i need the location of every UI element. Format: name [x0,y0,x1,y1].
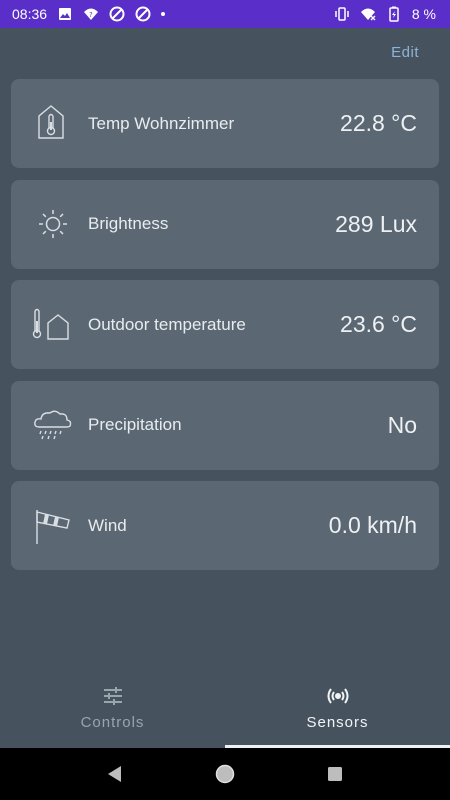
sensor-card-outdoor-temperature[interactable]: Outdoor temperature 23.6 °C [11,280,439,369]
bottom-nav: Controls Sensors [0,672,450,748]
top-bar: Edit [0,28,450,78]
tab-controls[interactable]: Controls [0,672,225,748]
sensor-value: 0.0 km/h [328,512,417,538]
sensor-label: Wind [88,515,127,535]
sensor-value: No [387,411,417,438]
sensor-label: Temp Wohnzimmer [88,113,235,133]
status-right: 8 % [334,6,436,22]
status-bar: 08:36 ? 8 % [0,0,450,28]
sensor-label: Brightness [88,214,169,233]
outdoor-thermometer-icon [31,303,75,347]
wifi-icon [360,6,376,22]
status-left: 08:36 ? [12,6,166,22]
battery-icon [386,6,402,22]
sensor-value: 289 Lux [335,210,417,237]
sensor-label: Outdoor temperature [88,314,246,334]
windsock-icon [31,504,75,548]
back-icon[interactable] [103,762,127,786]
status-time: 08:36 [12,6,48,22]
sensor-list: Temp Wohnzimmer 22.8 °C Brightness 289 L… [11,79,439,582]
tab-sensors[interactable]: Sensors [225,672,450,748]
vibrate-icon [334,6,350,22]
sensor-value: 23.6 °C [340,311,417,337]
thermometer-house-icon [31,102,75,146]
do-not-disturb-icon [135,6,151,22]
dot-icon [161,12,166,16]
home-icon[interactable] [213,762,237,786]
sun-icon [31,202,75,246]
image-icon [57,6,73,22]
sensor-value: 22.8 °C [340,110,417,136]
cloud-rain-icon [31,403,75,447]
do-not-disturb-icon [109,6,125,22]
sensor-card-precipitation[interactable]: Precipitation No [11,380,439,470]
sensor-card-brightness[interactable]: Brightness 289 Lux [11,179,439,269]
broadcast-icon [326,684,350,708]
edit-button[interactable]: Edit [391,44,419,61]
sliders-icon [101,684,125,708]
system-nav [0,748,450,800]
sensor-label: Precipitation [88,415,182,434]
battery-percent: 8 % [411,6,436,22]
tab-label: Sensors [306,714,369,731]
sensor-card-wind[interactable]: Wind 0.0 km/h [11,481,439,570]
wifi-question-icon: ? [83,6,99,22]
svg-text:?: ? [89,11,93,19]
tab-label: Controls [80,714,145,731]
sensor-card-temp-wohnzimmer[interactable]: Temp Wohnzimmer 22.8 °C [11,79,439,168]
recents-icon[interactable] [323,762,347,786]
